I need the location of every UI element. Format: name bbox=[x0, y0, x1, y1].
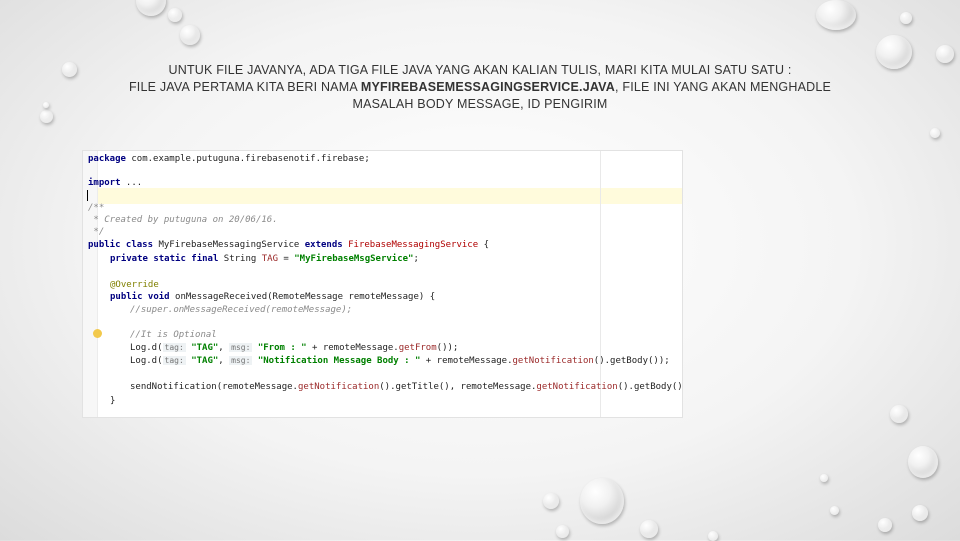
code-line: sendNotification(remoteMessage.getNotifi… bbox=[130, 380, 683, 394]
water-droplet bbox=[878, 518, 892, 532]
code-line: package com.example.putuguna.firebasenot… bbox=[88, 152, 370, 166]
water-droplet bbox=[543, 493, 559, 509]
code-token: MyFirebaseMessagingService bbox=[153, 240, 305, 250]
heading-line-3: MASALAH BODY MESSAGE, ID PENGIRIM bbox=[352, 97, 608, 111]
code-token: msg: bbox=[229, 343, 253, 352]
code-token: { bbox=[478, 240, 489, 250]
right-margin-guide bbox=[600, 151, 601, 417]
code-token: onMessageReceived(RemoteMessage remoteMe… bbox=[169, 292, 436, 302]
water-droplet bbox=[168, 8, 182, 22]
code-token: getNotification bbox=[297, 382, 380, 392]
code-token: extends bbox=[304, 240, 343, 250]
code-token: Log.d( bbox=[130, 343, 163, 353]
code-token: "Notification Message Body : " bbox=[252, 356, 421, 366]
code-token: public void bbox=[110, 292, 170, 302]
code-token: ; bbox=[413, 254, 419, 264]
water-droplet bbox=[900, 12, 912, 24]
heading-text: , FILE INI YANG AKAN MENGHADLE bbox=[615, 80, 832, 94]
heading-line-2: FILE JAVA PERTAMA KITA BERI NAMA MYFIREB… bbox=[60, 79, 900, 96]
code-token: "TAG" bbox=[185, 343, 219, 353]
water-droplet bbox=[136, 0, 166, 16]
code-token: package bbox=[88, 154, 126, 164]
code-token: tag: bbox=[162, 356, 186, 365]
code-line: private static final String TAG = "MyFir… bbox=[110, 252, 419, 266]
code-token: sendNotification(remoteMessage. bbox=[130, 382, 298, 392]
slide-heading: UNTUK FILE JAVANYA, ADA TIGA FILE JAVA Y… bbox=[60, 62, 900, 113]
water-droplet bbox=[820, 474, 828, 482]
water-droplet bbox=[180, 25, 200, 45]
water-droplet bbox=[912, 505, 928, 521]
code-token: TAG bbox=[261, 254, 278, 264]
code-token: String bbox=[218, 254, 262, 264]
lightbulb-icon bbox=[93, 329, 102, 338]
code-token: "TAG" bbox=[185, 356, 219, 366]
code-token: com.example.putuguna.firebasenotif.fireb… bbox=[125, 154, 370, 164]
water-droplet bbox=[40, 110, 53, 123]
code-token: tag: bbox=[162, 343, 186, 352]
code-line: } bbox=[110, 396, 116, 406]
code-token: + remoteMessage. bbox=[306, 343, 399, 353]
code-token: , bbox=[218, 356, 230, 366]
code-line: */ bbox=[88, 227, 105, 237]
code-token: "From : " bbox=[252, 343, 307, 353]
code-token: public class bbox=[88, 240, 154, 250]
code-token: getNotification bbox=[536, 382, 618, 392]
code-token: = bbox=[278, 254, 295, 264]
water-droplet bbox=[890, 405, 908, 423]
code-token: ().getTitle(), remoteMessage. bbox=[379, 382, 537, 392]
current-line-highlight bbox=[83, 188, 682, 204]
code-token: ().getBody()); bbox=[617, 382, 683, 392]
code-token: msg: bbox=[229, 356, 253, 365]
code-token: private static final bbox=[110, 254, 219, 264]
code-token: ... bbox=[120, 178, 143, 188]
code-token: + remoteMessage. bbox=[420, 356, 513, 366]
code-token: "MyFirebaseMsgService" bbox=[294, 254, 414, 264]
code-token: Log.d( bbox=[130, 356, 163, 366]
code-line: import ... bbox=[88, 176, 142, 190]
code-token: getFrom bbox=[398, 343, 437, 353]
water-droplet bbox=[556, 525, 569, 538]
water-droplet bbox=[640, 520, 658, 538]
water-droplet bbox=[43, 102, 49, 108]
heading-filename: MYFIREBASEMESSAGINGSERVICE.JAVA bbox=[360, 80, 616, 94]
code-token: import bbox=[88, 178, 121, 188]
code-token: getNotification bbox=[512, 356, 594, 366]
code-line: Log.d(tag: "TAG", msg: "Notification Mes… bbox=[130, 354, 670, 368]
heading-line-1: UNTUK FILE JAVANYA, ADA TIGA FILE JAVA Y… bbox=[168, 63, 792, 77]
code-line: * Created by putuguna on 20/06/16. bbox=[88, 215, 278, 225]
code-line: //It is Optional bbox=[130, 330, 217, 340]
code-token: , bbox=[218, 343, 230, 353]
code-line: public class MyFirebaseMessagingService … bbox=[88, 238, 489, 252]
code-line: //super.onMessageReceived(remoteMessage)… bbox=[130, 305, 353, 315]
code-token: FirebaseMessagingService bbox=[342, 240, 479, 250]
water-droplet bbox=[936, 45, 954, 63]
water-droplet bbox=[580, 478, 624, 524]
code-line: public void onMessageReceived(RemoteMess… bbox=[110, 290, 435, 304]
code-token: ().getBody()); bbox=[593, 356, 670, 366]
editor-gutter bbox=[83, 151, 98, 417]
code-screenshot: package com.example.putuguna.firebasenot… bbox=[82, 150, 683, 418]
code-line: Log.d(tag: "TAG", msg: "From : " + remot… bbox=[130, 341, 458, 355]
water-droplet bbox=[816, 0, 856, 30]
code-token: ()); bbox=[436, 343, 459, 353]
water-droplet bbox=[930, 128, 940, 138]
water-droplet bbox=[908, 446, 938, 478]
heading-text: FILE JAVA PERTAMA KITA BERI NAMA bbox=[128, 80, 361, 94]
water-droplet bbox=[830, 506, 839, 515]
